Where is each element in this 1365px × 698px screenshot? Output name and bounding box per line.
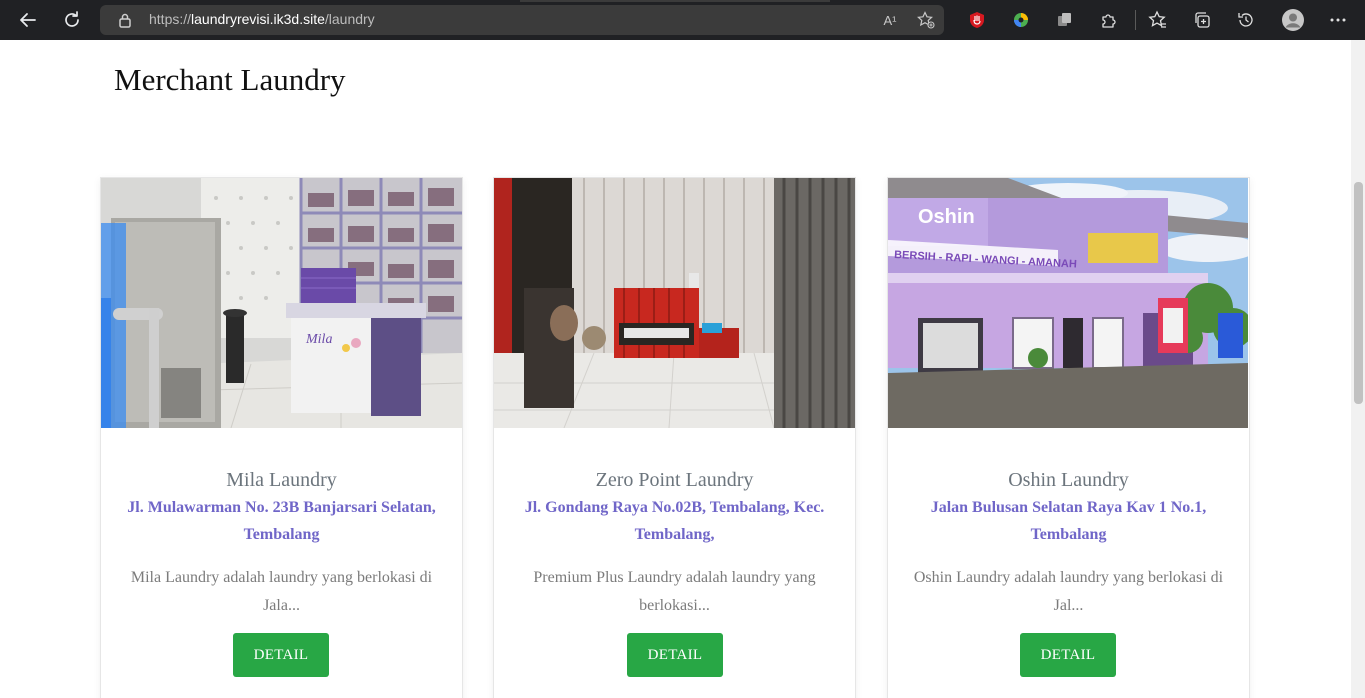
extension-gray-icon[interactable] bbox=[1053, 8, 1077, 32]
merchant-card-mila: Mila Mila Laundry Jl. Mulawarman No. 23B… bbox=[100, 177, 463, 698]
extensions-icon[interactable] bbox=[1097, 8, 1121, 32]
url-host: laundryrevisi.ik3d.site bbox=[191, 11, 325, 27]
merchant-address: Jl. Mulawarman No. 23B Banjarsari Selata… bbox=[127, 499, 436, 543]
merchant-card-zero-point: Zero Point Laundry Jl. Gondang Raya No.0… bbox=[493, 177, 856, 698]
merchant-card-oshin: Oshin BERSIH - RAPI - WANGI - AMANAH Osh… bbox=[887, 177, 1250, 698]
url-path: /laundry bbox=[324, 11, 375, 27]
merchant-description: Premium Plus Laundry adalah laundry yang… bbox=[533, 569, 816, 614]
merchant-name: Oshin Laundry bbox=[1008, 469, 1129, 491]
reload-button[interactable] bbox=[56, 4, 88, 36]
page-content: Merchant Laundry Mila Mila Laundry Jl. M… bbox=[0, 40, 1351, 698]
reload-icon bbox=[65, 11, 79, 27]
history-icon[interactable] bbox=[1234, 8, 1258, 32]
merchant-name: Mila Laundry bbox=[226, 469, 337, 491]
url-scheme: https:// bbox=[149, 11, 192, 27]
address-bar[interactable]: https://laundryrevisi.ik3d.site/laundry … bbox=[100, 5, 944, 35]
merchant-address: Jalan Bulusan Selatan Raya Kav 1 No.1, T… bbox=[930, 499, 1207, 543]
merchant-name: Zero Point Laundry bbox=[595, 469, 754, 491]
more-icon[interactable] bbox=[1326, 8, 1350, 32]
profile-avatar-icon[interactable] bbox=[1280, 7, 1306, 33]
merchant-description: Oshin Laundry adalah laundry yang berlok… bbox=[913, 569, 1224, 614]
merchant-address: Jl. Gondang Raya No.02B, Tembalang, Kec.… bbox=[524, 499, 825, 543]
oshin-logo-text: Oshin bbox=[918, 206, 975, 228]
detail-button-mila[interactable]: DETAIL bbox=[233, 633, 329, 677]
merchant-photo-mila[interactable]: Mila bbox=[101, 178, 462, 428]
url-text[interactable]: https://laundryrevisi.ik3d.site/laundry bbox=[149, 11, 375, 27]
back-button[interactable] bbox=[12, 4, 44, 36]
browser-toolbar: https://laundryrevisi.ik3d.site/laundry … bbox=[0, 0, 1365, 40]
merchant-photo-oshin[interactable]: Oshin BERSIH - RAPI - WANGI - AMANAH bbox=[888, 178, 1249, 428]
scrollbar-thumb[interactable] bbox=[1354, 182, 1363, 404]
detail-button-zero-point[interactable]: DETAIL bbox=[627, 633, 723, 677]
toolbar-separator bbox=[1135, 10, 1136, 30]
page-scrollbar[interactable] bbox=[1351, 40, 1365, 698]
back-icon bbox=[20, 13, 36, 27]
tab-strip-edge bbox=[520, 0, 830, 2]
favorites-icon[interactable] bbox=[1146, 8, 1170, 32]
add-favorite-icon[interactable] bbox=[916, 10, 936, 30]
extension-red-icon[interactable] bbox=[965, 8, 989, 32]
lock-icon[interactable] bbox=[118, 12, 132, 33]
merchant-description: Mila Laundry adalah laundry yang berloka… bbox=[130, 569, 433, 614]
merchant-photo-zero-point[interactable] bbox=[494, 178, 855, 428]
read-aloud-icon[interactable]: A¹ bbox=[880, 10, 900, 30]
extension-color-icon[interactable] bbox=[1009, 8, 1033, 32]
collections-icon[interactable] bbox=[1190, 8, 1214, 32]
detail-button-oshin[interactable]: DETAIL bbox=[1020, 633, 1116, 677]
page-title: Merchant Laundry bbox=[114, 62, 346, 97]
mila-logo-text: Mila bbox=[305, 332, 332, 347]
